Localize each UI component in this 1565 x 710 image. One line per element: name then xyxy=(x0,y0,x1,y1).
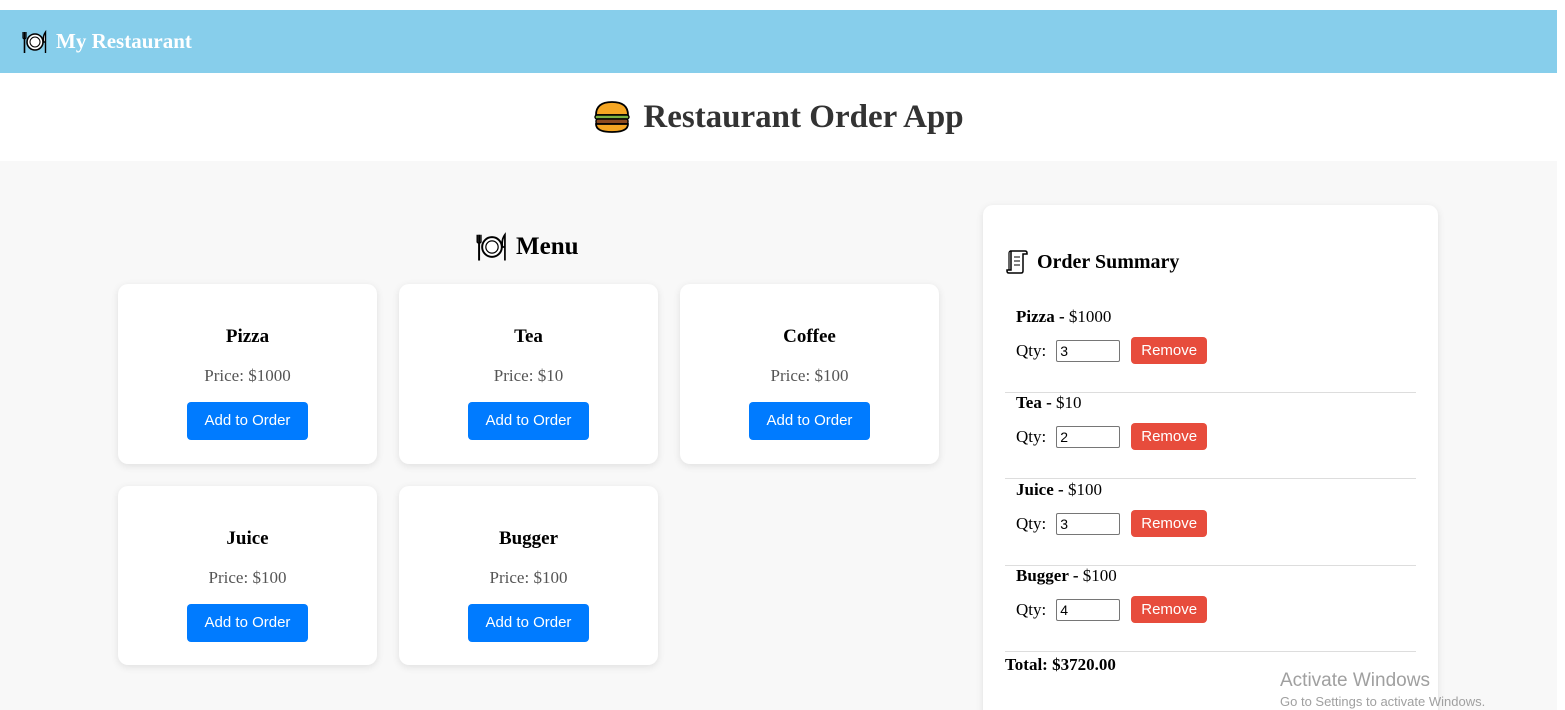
order-item: Juice - $100 Qty: Remove xyxy=(1005,480,1416,566)
order-item-line: Tea - $10 xyxy=(1016,393,1082,413)
add-to-order-button[interactable]: Add to Order xyxy=(467,402,590,440)
page-title: Restaurant Order App xyxy=(643,98,964,135)
scroll-icon xyxy=(1005,249,1029,275)
menu-item-price: Price: $100 xyxy=(770,366,849,385)
navbar: My Restaurant xyxy=(0,10,1557,73)
order-item: Bugger - $100 Qty: Remove xyxy=(1005,566,1416,652)
order-item-line: Bugger - $100 xyxy=(1016,566,1117,586)
order-item-price: $100 xyxy=(1082,566,1117,585)
main-content: Menu Pizza Price: $1000 Add to Order Tea… xyxy=(0,161,1557,710)
qty-label: Qty: xyxy=(1016,426,1047,446)
activate-windows-watermark: Activate Windows Go to Settings to activ… xyxy=(1280,670,1485,709)
add-to-order-button[interactable]: Add to Order xyxy=(748,402,871,440)
order-item-name: Pizza - xyxy=(1016,307,1065,326)
qty-label: Qty: xyxy=(1016,340,1047,360)
menu-item-name: Coffee xyxy=(783,326,836,347)
order-item-line: Pizza - $1000 xyxy=(1016,307,1111,327)
menu-item-card: Juice Price: $100 Add to Order xyxy=(118,486,377,665)
quantity-input[interactable] xyxy=(1056,512,1121,535)
menu-item-price: Price: $10 xyxy=(493,366,564,385)
menu-item-name: Bugger xyxy=(498,528,559,549)
menu-item-name: Tea xyxy=(514,326,543,347)
order-item: Pizza - $1000 Qty: Remove xyxy=(1005,307,1416,393)
menu-item-price: Price: $100 xyxy=(489,568,568,587)
qty-row: Qty: Remove xyxy=(1016,423,1208,450)
menu-item-name: Juice xyxy=(226,528,269,549)
burger-icon xyxy=(593,100,631,134)
qty-label: Qty: xyxy=(1016,513,1047,533)
qty-row: Qty: Remove xyxy=(1016,510,1208,537)
menu-item-card: Coffee Price: $100 Add to Order xyxy=(680,284,939,464)
qty-row: Qty: Remove xyxy=(1016,337,1208,364)
order-item-price: $1000 xyxy=(1068,307,1112,326)
order-summary-heading: Order Summary xyxy=(1005,249,1179,275)
order-total: Total: $3720.00 xyxy=(1005,655,1116,674)
menu-item-card: Bugger Price: $100 Add to Order xyxy=(399,486,658,665)
menu-item-card: Pizza Price: $1000 Add to Order xyxy=(118,284,377,464)
order-item: Tea - $10 Qty: Remove xyxy=(1005,393,1416,479)
menu-item-price: Price: $1000 xyxy=(204,366,291,385)
quantity-input[interactable] xyxy=(1056,598,1121,621)
menu-heading: Menu xyxy=(476,231,579,263)
add-to-order-button[interactable]: Add to Order xyxy=(467,604,590,642)
order-summary-title: Order Summary xyxy=(1037,250,1180,273)
menu-title: Menu xyxy=(516,233,579,260)
order-item-price: $100 xyxy=(1067,480,1102,499)
page-header: Restaurant Order App xyxy=(0,73,1557,161)
remove-button[interactable]: Remove xyxy=(1131,423,1208,450)
quantity-input[interactable] xyxy=(1056,339,1121,362)
order-item-name: Juice - xyxy=(1016,480,1064,499)
menu-item-card: Tea Price: $10 Add to Order xyxy=(399,284,658,464)
watermark-title: Activate Windows xyxy=(1280,670,1430,691)
navbar-title[interactable]: My Restaurant xyxy=(56,29,192,54)
menu-item-name: Pizza xyxy=(225,326,270,347)
add-to-order-button[interactable]: Add to Order xyxy=(186,604,309,642)
order-item-line: Juice - $100 xyxy=(1016,480,1102,500)
order-item-name: Tea - xyxy=(1016,393,1052,412)
remove-button[interactable]: Remove xyxy=(1131,337,1208,364)
qty-label: Qty: xyxy=(1016,599,1047,619)
menu-item-price: Price: $100 xyxy=(208,568,287,587)
quantity-input[interactable] xyxy=(1056,425,1121,448)
plate-cutlery-icon xyxy=(22,29,48,55)
remove-button[interactable]: Remove xyxy=(1131,510,1208,537)
add-to-order-button[interactable]: Add to Order xyxy=(186,402,309,440)
qty-row: Qty: Remove xyxy=(1016,596,1208,623)
watermark-subtitle: Go to Settings to activate Windows. xyxy=(1280,694,1486,709)
order-item-name: Bugger - xyxy=(1016,566,1079,585)
order-summary-panel: Order Summary Pizza - $1000 Qty: Remove … xyxy=(983,205,1438,710)
plate-cutlery-icon xyxy=(476,231,508,263)
order-item-price: $10 xyxy=(1056,393,1082,412)
remove-button[interactable]: Remove xyxy=(1131,596,1208,623)
